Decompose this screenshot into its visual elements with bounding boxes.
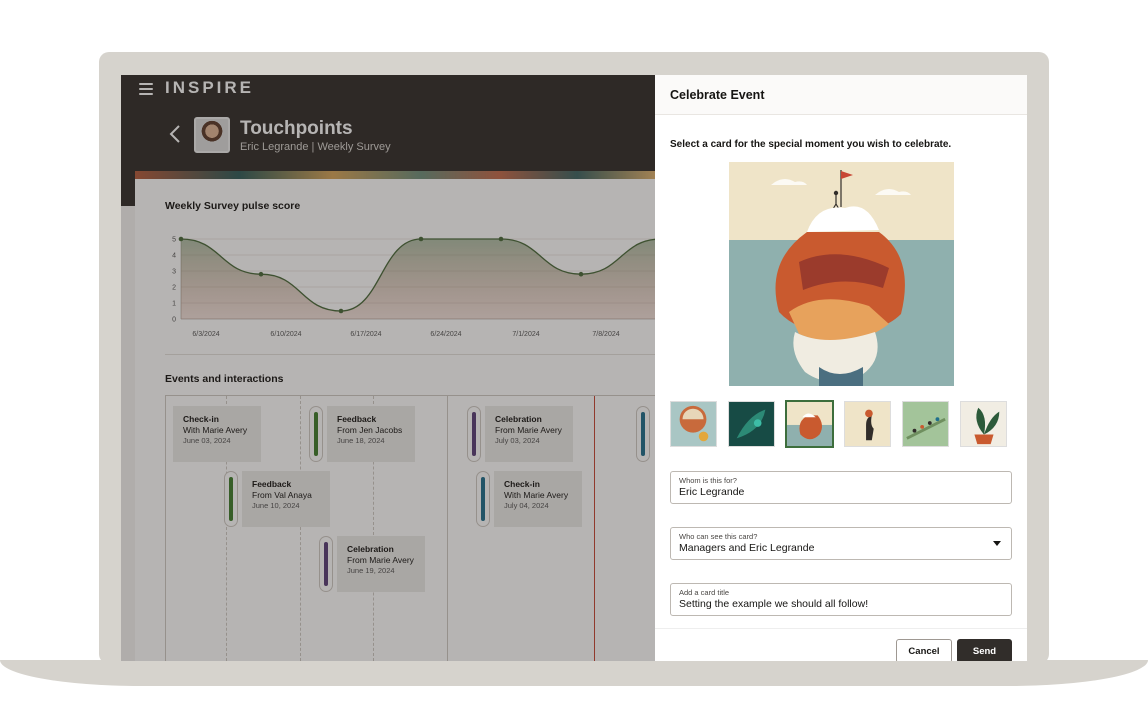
celebrate-event-drawer: Celebrate Event Select a card for the sp… — [655, 75, 1027, 661]
card-title-label: Add a card title — [679, 588, 730, 597]
card-title-field[interactable]: Add a card title Setting the example we … — [670, 583, 1012, 616]
modal-scrim[interactable] — [121, 75, 655, 661]
screen: INSPIRE Touchpoints Eric Legrande | Week… — [121, 75, 1027, 661]
dropdown-caret-icon[interactable] — [993, 541, 1001, 546]
card-thumbnail-hand[interactable] — [844, 401, 891, 447]
touchpoints-app: INSPIRE Touchpoints Eric Legrande | Week… — [121, 75, 655, 661]
card-thumbnail-balloon[interactable] — [670, 401, 717, 447]
laptop-base — [0, 660, 1148, 686]
whom-value[interactable]: Eric Legrande — [679, 485, 1003, 499]
send-button[interactable]: Send — [957, 639, 1012, 661]
card-thumbnail-plant[interactable] — [960, 401, 1007, 447]
card-thumbnail-leaves[interactable] — [728, 401, 775, 447]
whom-label: Whom is this for? — [679, 476, 737, 485]
whom-field[interactable]: Whom is this for? Eric Legrande — [670, 471, 1012, 504]
visibility-select[interactable]: Who can see this card? Managers and Eric… — [670, 527, 1012, 560]
card-thumbnail-team[interactable] — [902, 401, 949, 447]
cancel-button[interactable]: Cancel — [896, 639, 952, 661]
drawer-footer: Cancel Send — [655, 628, 1027, 661]
visibility-label: Who can see this card? — [679, 532, 758, 541]
drawer-instruction: Select a card for the special moment you… — [670, 139, 952, 150]
drawer-title: Celebrate Event — [655, 75, 1027, 115]
card-thumbnail-iceberg[interactable] — [785, 400, 834, 448]
card-title-value[interactable]: Setting the example we should all follow… — [679, 597, 1003, 611]
visibility-value[interactable]: Managers and Eric Legrande — [679, 541, 1003, 555]
card-thumbnail-list — [670, 400, 1007, 448]
selected-card-illustration — [729, 162, 954, 386]
